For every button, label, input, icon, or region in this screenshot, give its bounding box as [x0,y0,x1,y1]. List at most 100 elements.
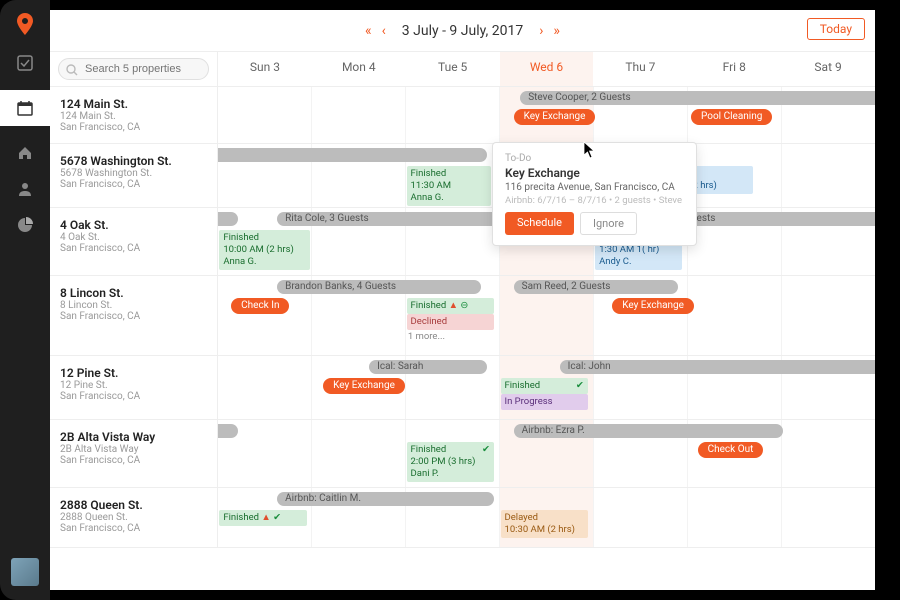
task-time: 2:00 PM (3 hrs) [411,456,476,467]
reservation-bar[interactable]: Airbnb: Ezra P. [514,424,783,438]
reservation-bar[interactable]: Sam Reed, 2 Guests [514,280,678,294]
search-input[interactable] [58,58,209,80]
app-logo [14,14,36,36]
schedule-button[interactable]: Schedule [505,212,574,235]
property-line3: San Francisco, CA [60,243,207,254]
day-header[interactable]: Sun 3 [218,52,312,86]
avatar[interactable] [11,558,39,586]
reservation-bar[interactable]: Airbnb: Caitlin M. [277,492,494,506]
property-line2: 12 Pine St. [60,380,207,391]
property-line2: 124 Main St. [60,111,207,122]
task-pill-check-in[interactable]: Check In [231,298,289,314]
today-button[interactable]: Today [807,18,865,40]
property-name: 12 Pine St. [60,366,207,380]
nav-user-icon[interactable] [16,180,34,198]
property-cell[interactable]: 2B Alta Vista Way 2B Alta Vista Way San … [50,420,218,487]
task-status-label: In Progress [505,396,553,407]
task-pill-check-out[interactable]: Check Out [698,442,764,458]
task-status-label: Finished [411,168,447,179]
warning-icon: ▲ [449,300,458,311]
calendar-header-row: Sun 3 Mon 4 Tue 5 Wed 6 Thu 7 Fri 8 Sat … [50,52,875,87]
topbar: « ‹ 3 July - 9 July, 2017 › » Today [50,10,875,52]
property-line3: San Francisco, CA [60,179,207,190]
task-block-finished[interactable]: Finished ✔ 2:00 PM (3 hrs) Dani P. [407,442,494,482]
nav-next-icon[interactable]: › [539,23,543,39]
reservation-bar[interactable] [218,148,487,162]
reservation-bar[interactable] [218,212,238,226]
day-header[interactable]: Thu 7 [593,52,687,86]
sidebar [0,0,50,600]
reservation-bar[interactable]: Ical: Sarah [369,360,487,374]
warning-icon: ▲ [261,512,270,523]
day-header-current[interactable]: Wed 6 [500,52,594,86]
nav-prev-icon[interactable]: ‹ [382,23,386,39]
task-status-label: Finished [223,512,259,523]
property-line2: 8 Lincon St. [60,300,207,311]
task-status-label: Finished [223,232,259,243]
task-person: Andy C. [599,256,631,267]
reservation-bar[interactable]: Steve Cooper, 2 Guests [520,91,875,105]
more-link[interactable]: 1 more... [408,331,445,342]
nav-reports-icon[interactable] [16,216,34,234]
popover-title: Key Exchange [505,166,684,180]
property-cell[interactable]: 2888 Queen St. 2888 Queen St. San Franci… [50,488,218,547]
task-time: 10:00 AM (2 hrs) [223,244,293,255]
property-line2: 2888 Queen St. [60,512,207,523]
property-cell[interactable]: 5678 Washington St. 5678 Washington St. … [50,144,218,207]
property-line2: 4 Oak St. [60,232,207,243]
reservation-bar[interactable]: Brandon Banks, 4 Guests [277,280,481,294]
task-status-label: Finished [411,444,447,455]
property-cell[interactable]: 124 Main St. 124 Main St. San Francisco,… [50,87,218,143]
day-header[interactable]: Fri 8 [687,52,781,86]
task-block-finished[interactable]: Finished 11:30 AM Anna G. [407,166,491,206]
property-name: 4 Oak St. [60,218,207,232]
task-time: 11:30 AM [411,180,452,191]
task-block-delayed[interactable]: Delayed 10:30 AM (2 hrs) [501,510,588,538]
task-pill-key-exchange[interactable]: Key Exchange [323,378,405,394]
nav-last-icon[interactable]: » [553,23,560,39]
task-pill-key-exchange[interactable]: Key Exchange [514,109,596,125]
task-person: Dani P. [411,468,439,479]
nav-checklist-icon[interactable] [16,54,34,72]
property-name: 2888 Queen St. [60,498,207,512]
property-cell[interactable]: 8 Lincon St. 8 Lincon St. San Francisco,… [50,276,218,355]
property-line3: San Francisco, CA [60,122,207,133]
day-header[interactable]: Mon 4 [312,52,406,86]
task-status-label: Finished [411,300,447,311]
task-block-in-progress[interactable]: In Progress [501,394,588,410]
property-line3: San Francisco, CA [60,523,207,534]
property-cell[interactable]: 4 Oak St. 4 Oak St. San Francisco, CA [50,208,218,275]
nav-first-icon[interactable]: « [365,23,372,39]
popover-address: 116 precita Avenue, San Francisco, CA [505,182,684,193]
property-line3: San Francisco, CA [60,455,207,466]
cursor-icon [583,141,597,159]
task-pill-key-exchange[interactable]: Key Exchange [612,298,694,314]
check-icon: ✔ [273,512,281,523]
task-person: Anna G. [411,192,444,203]
day-header[interactable]: Sat 9 [781,52,875,86]
nav-home-icon[interactable] [16,144,34,162]
reservation-bar[interactable] [218,424,238,438]
task-block-finished[interactable]: Finished ▲ ✔ [219,510,306,526]
property-name: 8 Lincon St. [60,286,207,300]
task-status-label: Delayed [505,512,539,523]
task-status-label: Finished [505,380,541,391]
day-header[interactable]: Tue 5 [406,52,500,86]
property-line3: San Francisco, CA [60,391,207,402]
ignore-button[interactable]: Ignore [580,212,637,235]
nav-calendar-icon[interactable] [0,90,50,126]
task-block-finished[interactable]: Finished ✔ [501,378,588,394]
property-line2: 2B Alta Vista Way [60,444,207,455]
task-status-label: Declined [411,316,448,327]
task-block-declined[interactable]: Declined [407,314,494,330]
task-block-finished[interactable]: Finished 10:00 AM (2 hrs) Anna G. [219,230,310,270]
reservation-bar[interactable]: Ical: John [560,360,875,374]
task-block-finished[interactable]: Finished ▲ ⊖ [407,298,494,314]
date-range-label: 3 July - 9 July, 2017 [402,23,523,39]
property-line3: San Francisco, CA [60,311,207,322]
property-name: 124 Main St. [60,97,207,111]
task-pill-pool-cleaning[interactable]: Pool Cleaning [691,109,772,125]
circle-check-icon: ⊖ [460,300,468,311]
popover-meta: Airbnb: 6/7/16 – 8/7/16 • 2 guests • Ste… [505,195,684,206]
property-cell[interactable]: 12 Pine St. 12 Pine St. San Francisco, C… [50,356,218,419]
